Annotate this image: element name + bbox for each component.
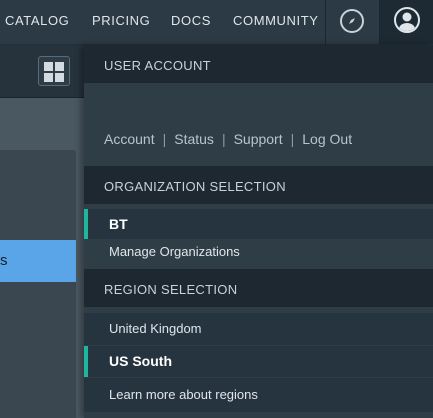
nav-divider: [325, 0, 326, 44]
avatar-button[interactable]: [380, 0, 433, 44]
left-selected-item[interactable]: s: [0, 240, 76, 282]
org-name: BT: [109, 216, 128, 232]
manage-organizations-link[interactable]: Manage Organizations: [84, 239, 433, 267]
user-account-header: USER ACCOUNT: [84, 45, 433, 83]
region-item-united-kingdom[interactable]: United Kingdom: [84, 313, 433, 345]
learn-more-regions-link[interactable]: Learn more about regions: [84, 378, 433, 412]
status-link[interactable]: Status: [174, 131, 214, 147]
link-separator: |: [290, 131, 295, 147]
logout-link[interactable]: Log Out: [302, 131, 352, 147]
account-link[interactable]: Account: [104, 131, 155, 147]
account-dropdown: USER ACCOUNT Account | Status | Support | Log …: [84, 45, 433, 418]
selected-indicator: [84, 346, 88, 377]
nav-community[interactable]: COMMUNITY: [233, 13, 319, 28]
organization-selection-header: ORGANIZATION SELECTION: [84, 166, 433, 204]
selected-indicator: [84, 209, 88, 239]
support-link[interactable]: Support: [234, 131, 283, 147]
left-selected-label: s: [0, 252, 8, 269]
top-nav: CATALOG PRICING DOCS COMMUNITY: [0, 0, 433, 45]
nav-catalog[interactable]: CATALOG: [5, 13, 69, 28]
left-toolbar: [0, 45, 84, 98]
link-separator: |: [221, 131, 226, 147]
org-item-current[interactable]: BT: [84, 209, 433, 239]
nav-pricing[interactable]: PRICING: [92, 13, 150, 28]
region-selection-header: REGION SELECTION: [84, 269, 433, 307]
nav-docs[interactable]: DOCS: [171, 13, 211, 28]
left-panel: [0, 150, 76, 418]
account-links: Account | Status | Support | Log Out: [104, 131, 352, 147]
region-item-us-south[interactable]: US South: [84, 346, 433, 377]
user-avatar-icon: [394, 7, 420, 33]
link-separator: |: [162, 131, 167, 147]
compass-icon[interactable]: [340, 9, 364, 33]
grid-icon[interactable]: [38, 56, 70, 86]
